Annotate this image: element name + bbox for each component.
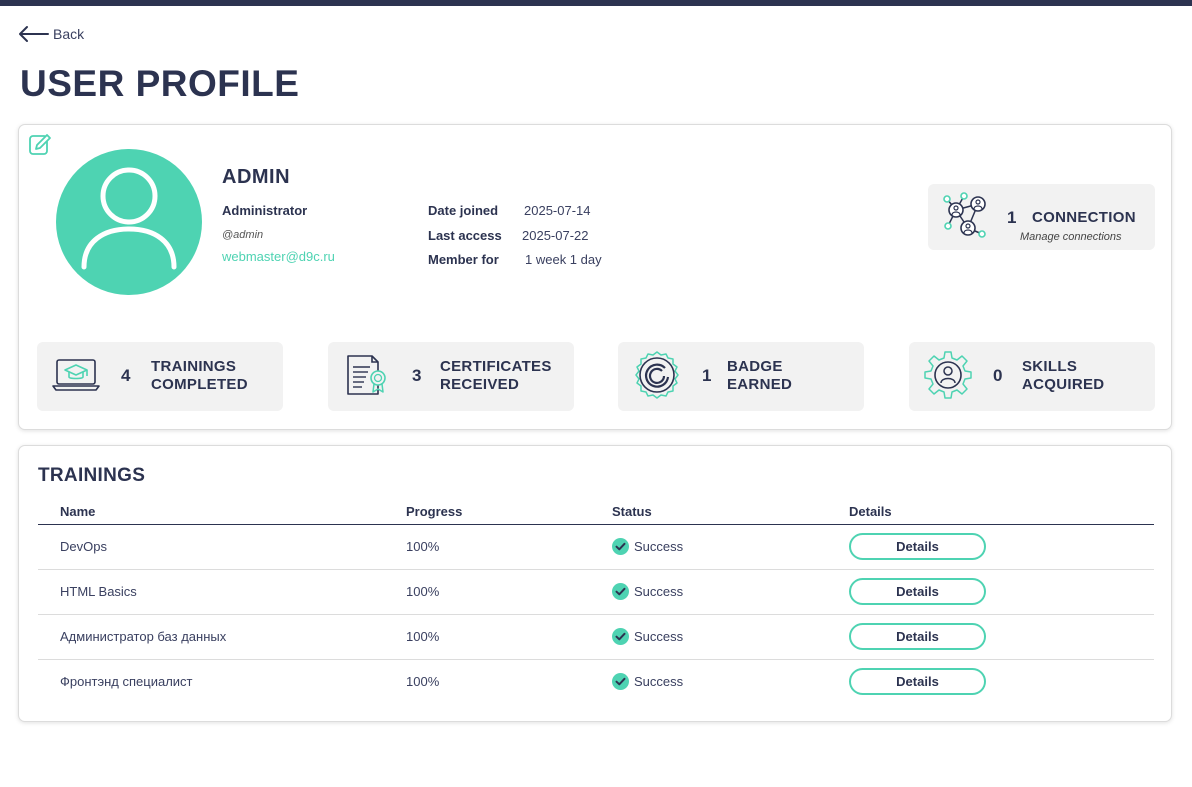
trainings-card: TRAININGS Name Progress Status Details D…	[18, 445, 1172, 722]
gear-user-icon	[924, 351, 972, 399]
training-name: HTML Basics	[38, 569, 406, 615]
back-label: Back	[53, 26, 85, 42]
details-cell: Details	[849, 524, 1154, 570]
stat-certificates: 3 CERTIFICATES RECEIVED	[328, 342, 574, 411]
table-header-row: Name Progress Status Details	[38, 500, 1154, 525]
stat-label: BADGE EARNED	[727, 358, 792, 394]
stat-label-line: CERTIFICATES	[440, 358, 552, 375]
check-circle-icon	[612, 673, 629, 691]
check-circle-icon	[612, 583, 629, 600]
stat-count: 3	[412, 366, 422, 385]
laptop-graduation-icon	[52, 359, 100, 391]
stat-label: TRAININGS COMPLETED	[151, 358, 248, 394]
top-bar	[0, 0, 1192, 6]
meta-label: Date joined	[428, 203, 499, 218]
training-name: Администратор баз данных	[38, 614, 406, 660]
connections-count: 1	[1007, 208, 1017, 227]
stat-count: 0	[993, 366, 1003, 385]
training-name: DevOps	[38, 524, 406, 570]
table-row: Администратор баз данных 100% Success De…	[38, 614, 1154, 660]
avatar	[56, 149, 202, 295]
column-header-status: Status	[612, 500, 849, 525]
meta-label: Last access	[428, 228, 502, 243]
user-name: ADMIN	[222, 166, 291, 188]
user-handle: @admin	[222, 229, 264, 241]
training-progress: 100%	[406, 614, 612, 660]
check-circle-icon	[612, 538, 629, 555]
status-text: Success	[634, 674, 684, 690]
stat-label-line: RECEIVED	[440, 376, 520, 393]
stat-trainings: 4 TRAININGS COMPLETED	[37, 342, 283, 411]
details-button[interactable]: Details	[849, 533, 986, 560]
training-progress: 100%	[406, 674, 440, 690]
stat-label-line: TRAININGS	[151, 358, 237, 375]
connections-label: CONNECTION	[1032, 209, 1136, 226]
status-badge: Success	[612, 583, 849, 600]
trainings-table: Name Progress Status Details DevOps 100%…	[38, 500, 1154, 704]
details-cell: Details	[849, 614, 1154, 660]
stat-label-line: EARNED	[727, 376, 793, 393]
meta-value: 2025-07-22	[522, 228, 589, 243]
table-row: HTML Basics 100% Success Details	[38, 569, 1154, 615]
column-header-name: Name	[38, 500, 406, 525]
badge-icon	[635, 351, 679, 399]
back-link[interactable]: Back	[17, 24, 84, 44]
connections-tile[interactable]: 1 CONNECTION Manage connections	[928, 184, 1155, 250]
details-button[interactable]: Details	[849, 578, 986, 605]
meta-last-access: Last access 2025-07-22	[428, 228, 589, 243]
column-header-details: Details	[849, 500, 1154, 525]
stat-count: 1	[702, 366, 712, 385]
edit-icon[interactable]	[28, 133, 52, 162]
meta-value: 1 week 1 day	[525, 252, 602, 267]
status-text: Success	[634, 539, 684, 554]
table-row: Фронтэнд специалист 100% Success Details	[38, 659, 1154, 704]
training-progress: 100%	[406, 524, 612, 570]
network-users-icon	[943, 192, 986, 238]
status-text: Success	[634, 584, 684, 599]
column-header-progress: Progress	[406, 500, 612, 525]
arrow-left-icon	[19, 26, 49, 42]
status-cell: Success	[612, 659, 849, 704]
stat-label-line: SKILLS	[1022, 358, 1078, 375]
training-name: Фронтэнд специалист	[60, 674, 193, 690]
stat-label-line: BADGE	[727, 358, 783, 375]
user-icon	[81, 167, 177, 270]
stat-count: 4	[121, 366, 131, 385]
status-badge: Success	[612, 628, 849, 645]
training-progress: 100%	[406, 569, 612, 615]
stat-label: CERTIFICATES RECEIVED	[440, 358, 552, 394]
stat-label: SKILLS ACQUIRED	[1022, 358, 1104, 394]
stat-badges: 1 BADGE EARNED	[618, 342, 864, 411]
certificate-icon	[347, 355, 386, 395]
meta-value: 2025-07-14	[524, 203, 591, 218]
meta-label: Member for	[428, 252, 499, 267]
status-text: Success	[634, 629, 684, 644]
page-title: USER PROFILE	[20, 63, 300, 104]
user-role: Administrator	[222, 203, 308, 218]
details-cell: Details	[849, 569, 1154, 615]
status-cell: Success	[612, 569, 849, 615]
stat-skills: 0 SKILLS ACQUIRED	[909, 342, 1155, 411]
stat-label-line: COMPLETED	[151, 376, 248, 393]
details-button[interactable]: Details	[849, 623, 986, 650]
trainings-title: TRAININGS	[38, 465, 146, 486]
user-email-link[interactable]: webmaster@d9c.ru	[222, 249, 335, 264]
meta-member-for: Member for 1 week 1 day	[428, 252, 602, 267]
details-cell: Details	[849, 659, 1154, 704]
check-circle-icon	[612, 628, 629, 645]
status-badge: Success	[612, 538, 849, 555]
profile-card: ADMIN Administrator @admin webmaster@d9c…	[18, 124, 1172, 430]
details-button[interactable]: Details	[849, 668, 986, 696]
stat-label-line: ACQUIRED	[1022, 376, 1105, 393]
status-cell: Success	[612, 614, 849, 660]
status-badge: Success	[612, 673, 849, 691]
manage-connections-link[interactable]: Manage connections	[1020, 231, 1122, 243]
meta-date-joined: Date joined 2025-07-14	[428, 203, 591, 218]
table-row: DevOps 100% Success Details	[38, 524, 1154, 570]
status-cell: Success	[612, 524, 849, 570]
